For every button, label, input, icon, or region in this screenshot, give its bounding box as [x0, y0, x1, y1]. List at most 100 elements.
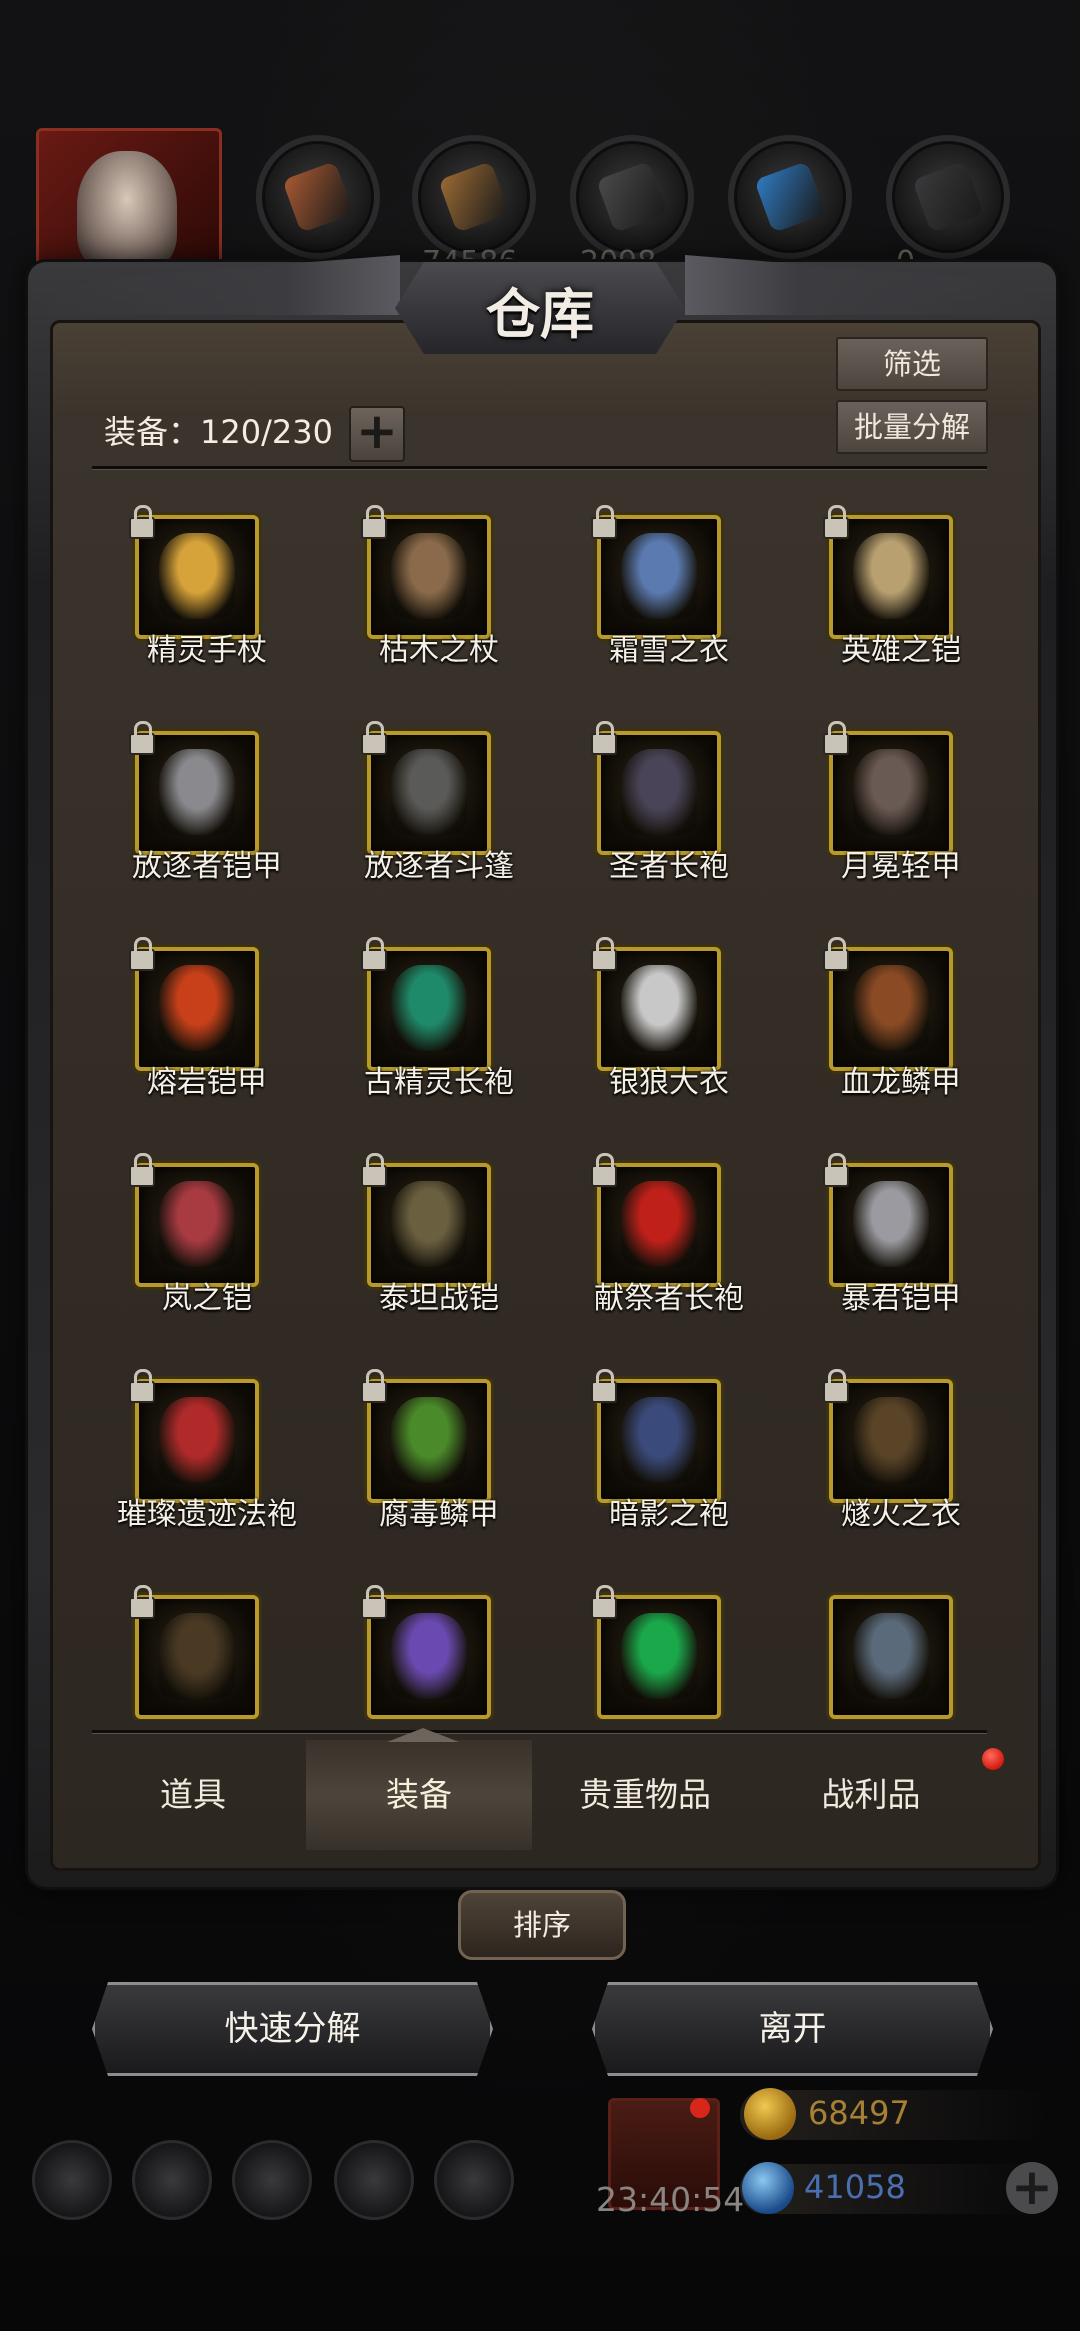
lock-icon — [361, 937, 387, 971]
tab-valuables[interactable]: 贵重物品 — [532, 1740, 758, 1850]
item-cell[interactable]: 暴君铠甲 — [786, 1123, 987, 1339]
item-cell[interactable]: 月冕轻甲 — [786, 691, 987, 907]
item-cell[interactable]: 璀璨遗迹法袍 — [92, 1339, 322, 1555]
item-cell[interactable]: 放逐者斗篷 — [324, 691, 554, 907]
guild-icon[interactable] — [232, 2140, 312, 2220]
item-name: 熔岩铠甲 — [147, 1065, 267, 1100]
tab-loot[interactable]: 战利品 — [758, 1740, 984, 1850]
add-gems-button[interactable]: + — [1006, 2162, 1058, 2214]
lock-icon — [129, 505, 155, 539]
quest-icon[interactable] — [434, 2140, 514, 2220]
lock-icon — [361, 721, 387, 755]
leave-button[interactable]: 离开 — [592, 1982, 993, 2076]
lock-icon — [591, 1153, 617, 1187]
item-cell[interactable]: 岚之铠 — [92, 1123, 322, 1339]
lock-icon — [361, 1153, 387, 1187]
shadow-robe-icon — [621, 1397, 697, 1483]
category-tabs: 道具 装备 贵重物品 战利品 — [80, 1740, 985, 1850]
saint-robe-icon — [621, 749, 697, 835]
divider-bottom — [92, 1730, 987, 1733]
item-name: 燧火之衣 — [841, 1497, 961, 1532]
item-name: 暗影之袍 — [609, 1497, 729, 1532]
tab-items[interactable]: 道具 — [80, 1740, 306, 1850]
item-cell[interactable] — [554, 1555, 784, 1720]
item-cell[interactable]: 圣者长袍 — [554, 691, 784, 907]
quick-decompose-button[interactable]: 快速分解 — [92, 1982, 493, 2076]
lock-icon — [591, 505, 617, 539]
item-cell[interactable]: 放逐者铠甲 — [92, 691, 322, 907]
achievement-icon[interactable] — [132, 2140, 212, 2220]
item-cell[interactable]: 献祭者长袍 — [554, 1123, 784, 1339]
lock-icon — [823, 505, 849, 539]
batch-decompose-button[interactable]: 批量分解 — [836, 400, 988, 454]
relic-robe-icon — [159, 1397, 235, 1483]
item-cell[interactable]: 银狼大衣 — [554, 907, 784, 1123]
elf-staff-icon — [159, 533, 235, 619]
lock-icon — [129, 721, 155, 755]
mail-icon[interactable] — [334, 2140, 414, 2220]
violet-armor-icon — [391, 1613, 467, 1699]
item-name: 暴君铠甲 — [841, 1281, 961, 1316]
item-cell[interactable]: 古精灵长袍 — [324, 907, 554, 1123]
item-cell[interactable]: 熔岩铠甲 — [92, 907, 322, 1123]
item-cell[interactable] — [786, 1555, 987, 1720]
item-cell[interactable]: 血龙鳞甲 — [786, 907, 987, 1123]
item-cell[interactable]: 英雄之铠 — [786, 475, 987, 691]
resource-slot[interactable] — [886, 135, 1010, 259]
sort-button[interactable]: 排序 — [458, 1890, 626, 1960]
lock-icon — [823, 721, 849, 755]
item-slot[interactable] — [829, 1595, 953, 1719]
resource-slot[interactable] — [256, 135, 380, 259]
resource-slot[interactable] — [728, 135, 852, 259]
moon-armor-icon — [853, 749, 929, 835]
loot-notification-dot — [982, 1748, 1004, 1770]
divider-top — [92, 466, 987, 469]
wood-icon — [438, 161, 510, 233]
item-cell[interactable]: 燧火之衣 — [786, 1339, 987, 1555]
item-cell[interactable]: 枯木之杖 — [324, 475, 554, 691]
item-name: 泰坦战铠 — [379, 1281, 499, 1316]
item-cell[interactable] — [92, 1555, 322, 1720]
titan-armor-icon — [391, 1181, 467, 1267]
gold-amount: 68497 — [808, 2094, 910, 2132]
meat-icon — [282, 161, 354, 233]
item-name: 璀璨遗迹法袍 — [117, 1497, 297, 1532]
item-name: 放逐者铠甲 — [132, 849, 282, 884]
tyrant-armor-icon — [853, 1181, 929, 1267]
lock-icon — [361, 1585, 387, 1619]
gold-coin-icon — [744, 2088, 796, 2140]
player-avatar[interactable] — [36, 128, 222, 284]
item-cell[interactable]: 暗影之袍 — [554, 1339, 784, 1555]
item-cell[interactable]: 霜雪之衣 — [554, 475, 784, 691]
item-cell[interactable] — [324, 1555, 554, 1720]
settings-icon[interactable] — [32, 2140, 112, 2220]
lock-icon — [129, 937, 155, 971]
resource-slot[interactable] — [570, 135, 694, 259]
lock-icon — [823, 937, 849, 971]
item-name: 古精灵长袍 — [364, 1065, 514, 1100]
filter-button[interactable]: 筛选 — [836, 337, 988, 391]
crystal-icon — [754, 161, 826, 233]
equipment-capacity: 装备：120/230 — [104, 413, 333, 451]
lava-armor-icon — [159, 965, 235, 1051]
venom-scale-armor-icon — [391, 1397, 467, 1483]
item-name: 血龙鳞甲 — [841, 1065, 961, 1100]
item-name: 献祭者长袍 — [594, 1281, 744, 1316]
tab-equipment[interactable]: 装备 — [306, 1740, 532, 1850]
withered-staff-icon — [391, 533, 467, 619]
item-name: 岚之铠 — [162, 1281, 252, 1316]
item-name: 腐毒鳞甲 — [379, 1497, 499, 1532]
item-cell[interactable]: 泰坦战铠 — [324, 1123, 554, 1339]
item-cell[interactable]: 腐毒鳞甲 — [324, 1339, 554, 1555]
expand-capacity-button[interactable]: + — [349, 406, 405, 462]
resource-slot[interactable] — [412, 135, 536, 259]
item-cell[interactable]: 精灵手杖 — [92, 475, 322, 691]
lock-icon — [129, 1585, 155, 1619]
dark-helm-icon — [853, 1613, 929, 1699]
gift-notification-dot — [690, 2098, 710, 2118]
event-timer: 23:40:54 — [596, 2180, 745, 2219]
sacrifice-robe-icon — [621, 1181, 697, 1267]
blood-dragon-armor-icon — [853, 965, 929, 1051]
item-name: 圣者长袍 — [609, 849, 729, 884]
exile-cloak-icon — [391, 749, 467, 835]
